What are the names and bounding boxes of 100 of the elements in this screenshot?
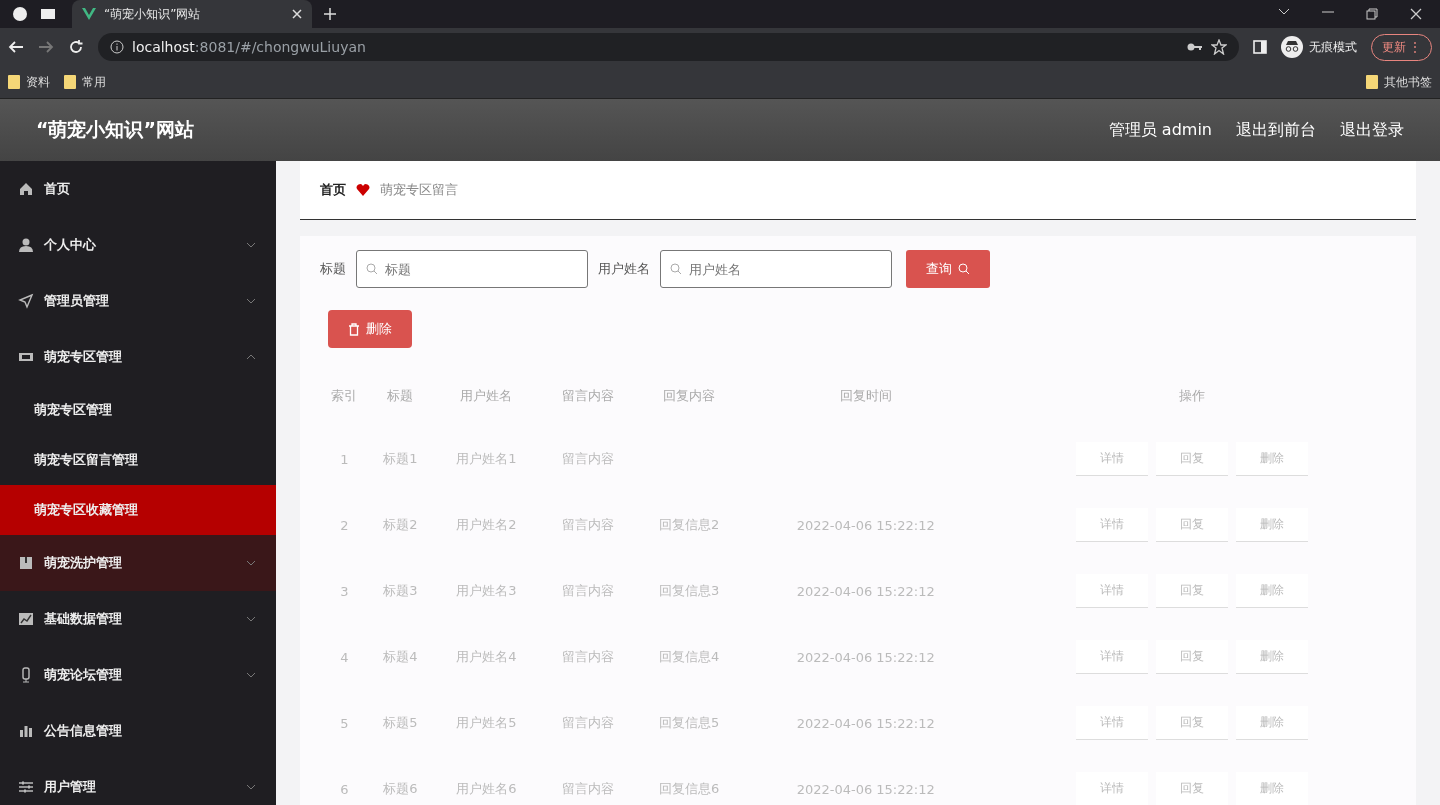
table-cell: 2022-04-06 15:22:12 [796, 715, 935, 731]
header-link[interactable]: 管理员 admin [1108, 119, 1212, 141]
table-cell: 用户姓名6 [456, 781, 517, 796]
table-cell: 2022-04-06 15:22:12 [796, 649, 935, 665]
table-cell: 标题4 [383, 649, 418, 664]
header-link[interactable]: 退出登录 [1340, 119, 1404, 141]
search-field[interactable]: 用户姓名 [660, 250, 892, 288]
row-action-button[interactable]: 详情 [1075, 640, 1148, 674]
row-action-button[interactable]: 详情 [1075, 706, 1148, 740]
chevron-icon [246, 616, 256, 622]
table-cell: 6 [340, 781, 349, 797]
sidebar-item[interactable]: 首页 [0, 161, 276, 217]
table-cell: 标题5 [383, 715, 418, 730]
column-header[interactable]: 标题 [368, 366, 433, 426]
table-cell: 标题2 [383, 517, 418, 532]
table-cell: 标题3 [383, 583, 418, 598]
header-link[interactable]: 退出到前台 [1236, 119, 1316, 141]
column-header[interactable]: 用户姓名 [432, 366, 541, 426]
column-header[interactable]: 索引 [320, 366, 369, 426]
minimize-icon[interactable] [1322, 8, 1334, 16]
star-icon[interactable] [1210, 39, 1227, 55]
row-action-button[interactable]: 详情 [1075, 508, 1148, 542]
row-action-button[interactable]: 详情 [1075, 442, 1148, 476]
row-action-button[interactable]: 详情 [1075, 772, 1148, 805]
column-header[interactable]: 回复时间 [743, 366, 988, 426]
row-action-button[interactable]: 回复 [1155, 442, 1228, 476]
column-header[interactable]: 留言内容 [540, 366, 635, 426]
row-action-button[interactable]: 删除 [1235, 442, 1308, 476]
menu-icon [18, 611, 34, 627]
chevron-icon [246, 784, 256, 790]
close-icon[interactable] [292, 9, 302, 19]
row-action-button[interactable]: 删除 [1235, 508, 1308, 542]
table-cell: 2022-04-06 15:22:12 [796, 517, 935, 533]
chevron-icon[interactable] [1278, 8, 1290, 16]
sidebar-item[interactable]: 基础数据管理 [0, 591, 276, 647]
new-tab-icon[interactable] [324, 8, 336, 20]
row-action-button[interactable]: 回复 [1155, 706, 1228, 740]
breadcrumb-current: 萌宠专区留言 [380, 181, 458, 199]
row-action-button[interactable]: 回复 [1155, 772, 1228, 805]
browser-tab[interactable]: “萌宠小知识”网站 [72, 0, 312, 28]
submenu-item[interactable]: 萌宠专区留言管理 [0, 435, 276, 485]
sidebar-item[interactable]: 萌宠专区管理 [0, 329, 276, 385]
folder-icon [64, 75, 76, 89]
trash-icon [348, 322, 360, 336]
column-header[interactable]: 操作 [987, 366, 1396, 426]
forward-arrow-icon[interactable] [38, 40, 54, 54]
table-cell: 2022-04-06 15:22:12 [796, 583, 935, 599]
table-cell: 留言内容 [561, 451, 614, 466]
sidebar-item[interactable]: 用户管理 [0, 759, 276, 805]
table-cell: 2022-04-06 15:22:12 [796, 781, 935, 797]
submenu-item[interactable]: 萌宠专区管理 [0, 385, 276, 435]
submenu-item[interactable]: 萌宠专区收藏管理 [0, 485, 276, 535]
bookmark-item[interactable]: 资料 [26, 73, 50, 91]
window-icon[interactable] [40, 6, 56, 22]
menu-icon [18, 723, 34, 739]
bookmark-item[interactable]: 常用 [82, 73, 106, 91]
table-cell: 标题6 [383, 781, 418, 796]
back-arrow-icon[interactable] [8, 40, 24, 54]
restore-icon[interactable] [1366, 8, 1378, 20]
chevron-icon [246, 560, 256, 566]
table-cell: 1 [340, 451, 349, 467]
menu-icon [18, 779, 34, 795]
row-action-button[interactable]: 回复 [1155, 640, 1228, 674]
table-cell: 2 [340, 517, 349, 533]
row-action-button[interactable]: 详情 [1075, 574, 1148, 608]
sidebar-item[interactable]: 萌宠洗护管理 [0, 535, 276, 591]
table-cell: 用户姓名5 [456, 715, 517, 730]
row-action-button[interactable]: 删除 [1235, 772, 1308, 805]
table-cell: 留言内容 [561, 649, 614, 664]
column-header[interactable]: 回复内容 [634, 366, 744, 426]
chevron-icon [246, 672, 256, 678]
menu-icon [18, 293, 34, 309]
table-cell: 5 [340, 715, 349, 731]
sidebar-item[interactable]: 萌宠论坛管理 [0, 647, 276, 703]
address-bar[interactable]: localhost:8081/#/chongwuLiuyan [98, 33, 1239, 61]
table-cell: 回复信息5 [659, 715, 720, 730]
table-cell: 4 [340, 649, 349, 665]
sidebar-item[interactable]: 管理员管理 [0, 273, 276, 329]
key-icon[interactable] [1186, 42, 1203, 52]
site-title: “萌宠小知识”网站 [36, 117, 195, 142]
close-icon[interactable] [1410, 8, 1422, 20]
search-icon [958, 263, 970, 275]
menu-icon [18, 181, 34, 197]
field-label: 标题 [320, 260, 346, 278]
side-panel-icon[interactable] [1252, 40, 1267, 54]
sidebar-item[interactable]: 公告信息管理 [0, 703, 276, 759]
field-label: 用户姓名 [598, 260, 650, 278]
row-action-button[interactable]: 删除 [1235, 640, 1308, 674]
row-action-button[interactable]: 删除 [1235, 574, 1308, 608]
bookmark-item[interactable]: 其他书签 [1384, 73, 1432, 91]
breadcrumb-link[interactable]: 首页 [320, 181, 346, 199]
reload-icon[interactable] [68, 39, 84, 55]
sidebar-item[interactable]: 个人中心 [0, 217, 276, 273]
row-action-button[interactable]: 回复 [1155, 508, 1228, 542]
search-field[interactable]: 标题 [356, 250, 588, 288]
row-action-button[interactable]: 删除 [1235, 706, 1308, 740]
row-action-button[interactable]: 回复 [1155, 574, 1228, 608]
incognito-icon[interactable] [1280, 36, 1303, 58]
delete-button[interactable]: 删除 [328, 310, 412, 348]
search-button[interactable]: 查询 [906, 250, 990, 288]
